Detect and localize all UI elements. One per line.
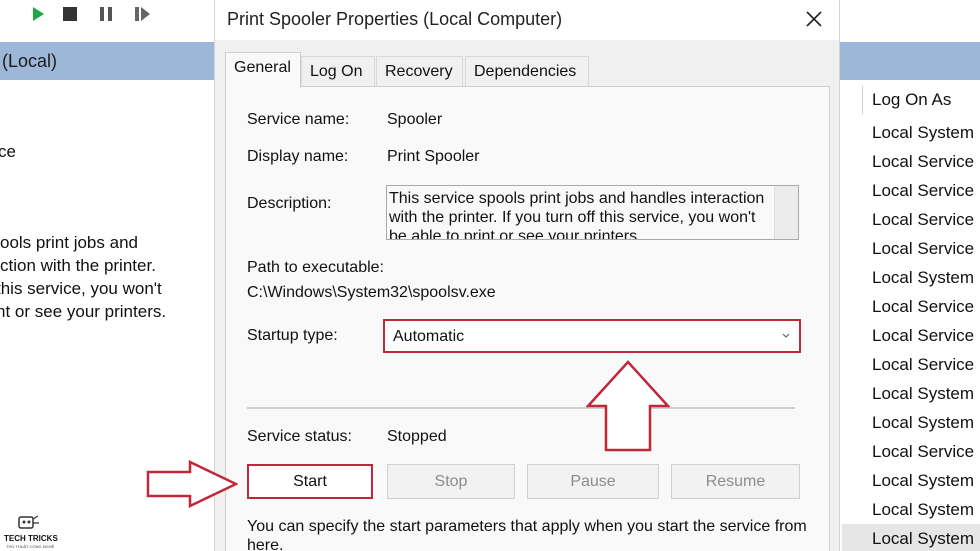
up-arrow-annotation-icon: [586, 360, 670, 452]
description-label: Description:: [247, 195, 332, 212]
stop-button[interactable]: Stop: [387, 464, 515, 499]
resume-button[interactable]: Resume: [671, 464, 800, 499]
log-on-cell[interactable]: Local Service: [872, 355, 974, 375]
log-on-cell[interactable]: Local System: [872, 123, 974, 143]
start-parameters-note: You can specify the start parameters tha…: [247, 518, 807, 551]
tab-recovery[interactable]: Recovery: [376, 56, 463, 86]
tech-tricks-logo: TECH TRICKS THỦ THUẬT CÔNG NGHỆ: [2, 512, 58, 551]
logo-mascot-icon: [18, 515, 39, 529]
startup-type-select[interactable]: Automatic: [383, 319, 801, 353]
log-on-cell[interactable]: Local System: [872, 500, 974, 520]
start-button[interactable]: Start: [247, 464, 373, 499]
dialog-titlebar[interactable]: Print Spooler Properties (Local Computer…: [215, 0, 839, 40]
left-text-line: ce: [0, 142, 16, 161]
log-on-cell[interactable]: Local Service: [872, 239, 974, 259]
play-icon[interactable]: [28, 4, 48, 24]
log-on-cell[interactable]: Local Service: [872, 442, 974, 462]
service-status-label: Service status:: [247, 428, 352, 445]
log-on-cell[interactable]: Local Service: [872, 297, 974, 317]
right-arrow-annotation-icon: [146, 460, 238, 508]
display-name-value: Print Spooler: [387, 148, 480, 165]
log-on-cell[interactable]: Local System: [872, 413, 974, 433]
log-on-cell[interactable]: Local Service: [872, 181, 974, 201]
section-divider: [247, 407, 795, 409]
description-text: This service spools print jobs and handl…: [389, 190, 765, 240]
properties-dialog: Print Spooler Properties (Local Computer…: [214, 0, 840, 551]
resume-icon[interactable]: [132, 4, 152, 24]
tab-dependencies[interactable]: Dependencies: [465, 56, 589, 86]
service-name-value: Spooler: [387, 111, 443, 128]
service-name-label: Service name:: [247, 111, 350, 128]
log-on-cell[interactable]: Local Service: [872, 152, 974, 172]
description-scrollbar[interactable]: [774, 186, 798, 239]
display-name-label: Display name:: [247, 148, 349, 165]
log-on-as-column-header[interactable]: Log On As: [872, 90, 951, 110]
left-text-line: ools print jobs and: [0, 233, 138, 252]
startup-type-value: Automatic: [393, 328, 465, 345]
services-pane-title: (Local): [2, 51, 58, 71]
log-on-cell[interactable]: Local Service: [872, 326, 974, 346]
services-toolbar: [0, 0, 215, 28]
left-text-line: nt or see your printers.: [0, 302, 167, 321]
tab-log-on[interactable]: Log On: [301, 56, 375, 86]
log-on-cell[interactable]: Local Service: [872, 210, 974, 230]
services-pane-header: (Local): [0, 42, 215, 80]
close-icon[interactable]: [803, 8, 825, 30]
logo-title: TECH TRICKS: [4, 534, 58, 543]
log-on-cell[interactable]: Local System: [872, 471, 974, 491]
log-on-cell[interactable]: Local System: [872, 268, 974, 288]
log-on-cell[interactable]: Local System: [872, 384, 974, 404]
pause-button[interactable]: Pause: [527, 464, 659, 499]
left-text-line: this service, you won't: [0, 279, 162, 298]
column-divider: [862, 86, 863, 114]
left-text-line: ction with the printer.: [0, 256, 156, 275]
logo-subtitle: THỦ THUẬT CÔNG NGHỆ: [6, 544, 55, 549]
stop-icon[interactable]: [60, 4, 80, 24]
log-on-cell[interactable]: Local System: [872, 529, 974, 549]
tab-general[interactable]: General: [225, 52, 301, 88]
dialog-title: Print Spooler Properties (Local Computer…: [227, 9, 563, 29]
pause-icon[interactable]: [96, 4, 116, 24]
chevron-down-icon: [782, 333, 790, 338]
services-header-strip: [840, 42, 980, 80]
path-value: C:\Windows\System32\spoolsv.exe: [247, 284, 496, 301]
startup-type-label: Startup type:: [247, 327, 338, 344]
path-label: Path to executable:: [247, 259, 384, 276]
description-box[interactable]: This service spools print jobs and handl…: [386, 185, 799, 240]
service-status-value: Stopped: [387, 428, 447, 445]
